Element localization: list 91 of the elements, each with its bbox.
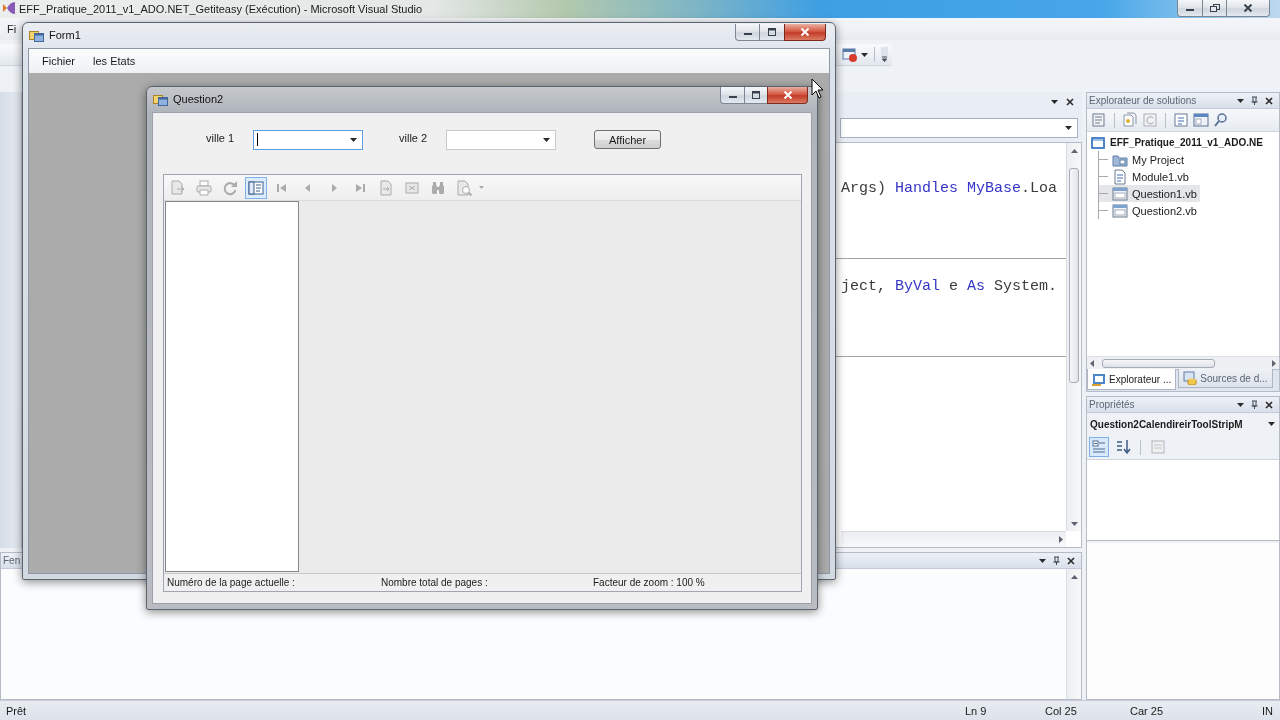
code-line: ject, ByVal e As System. — [841, 278, 1058, 295]
status-text: Facteur de zoom : 100 % — [593, 577, 706, 588]
close-icon — [1243, 4, 1253, 12]
combo-box[interactable] — [253, 129, 363, 150]
field-label: ville 2 — [399, 131, 429, 144]
maximize-icon — [751, 91, 761, 99]
caret-icon — [1065, 126, 1072, 130]
tree-item[interactable]: My Project — [1099, 151, 1187, 168]
tree-item[interactable]: Question1.vb — [1099, 185, 1200, 202]
window-title: Form1 — [49, 29, 81, 41]
minimize-button[interactable] — [1177, 0, 1203, 17]
horizontal-scrollbar[interactable] — [841, 531, 1066, 547]
caret-icon[interactable] — [1051, 100, 1058, 104]
pin-icon[interactable] — [1053, 556, 1060, 565]
pin-icon[interactable] — [1251, 96, 1258, 105]
solution-icon — [1092, 372, 1106, 386]
overflow-icon[interactable] — [881, 46, 888, 63]
tree-item[interactable]: Question2.vb — [1099, 202, 1200, 219]
form-icon — [29, 29, 44, 42]
caret-icon[interactable] — [1039, 558, 1046, 563]
status-field: IN — [1262, 704, 1280, 717]
menu-item[interactable]: Fi — [4, 21, 20, 37]
vertical-scrollbar[interactable] — [1066, 569, 1081, 699]
close-icon[interactable] — [1265, 400, 1273, 409]
close-icon — [782, 91, 793, 99]
tab[interactable]: Explorateur ... — [1087, 369, 1177, 390]
window-icon[interactable] — [842, 46, 858, 63]
scroll-right-icon — [1272, 359, 1276, 367]
tree-item[interactable]: Module1.vb — [1099, 168, 1192, 185]
caret-icon[interactable] — [861, 52, 868, 57]
show-button[interactable]: Afficher — [594, 130, 661, 149]
minimize-button[interactable] — [735, 24, 760, 41]
horizontal-scrollbar[interactable] — [1087, 356, 1279, 369]
minimize-button[interactable] — [720, 87, 745, 104]
restore-button[interactable] — [1202, 0, 1227, 17]
panel-title: Explorateur de solutions — [1089, 95, 1197, 106]
mouse-pointer-icon — [811, 78, 824, 99]
scroll-down-icon — [1070, 521, 1078, 526]
close-button[interactable] — [1226, 0, 1270, 17]
menu-item[interactable]: les Etats — [84, 51, 145, 71]
vertical-scrollbar[interactable] — [1066, 143, 1081, 531]
scroll-left-icon — [1090, 359, 1094, 367]
close-icon[interactable] — [1067, 556, 1075, 565]
window-title: Question2 — [173, 93, 224, 105]
code-file-icon — [1112, 168, 1128, 185]
properties-icon[interactable] — [1091, 112, 1107, 128]
designer-icon[interactable] — [1193, 112, 1209, 128]
member-combo-box[interactable] — [840, 118, 1078, 138]
menu-item[interactable]: Fichier — [33, 51, 84, 71]
form-icon — [153, 93, 168, 106]
code-icon[interactable] — [1173, 112, 1189, 128]
field-label: ville 1 — [206, 131, 236, 144]
maximize-button[interactable] — [744, 87, 768, 104]
scroll-up-icon — [1070, 574, 1078, 579]
solution-icon — [1090, 134, 1106, 151]
tree-item[interactable]: EFF_Pratique_2011_v1_ADO.NE — [1087, 134, 1266, 151]
scroll-right-icon — [1059, 536, 1063, 543]
form-file-icon — [1112, 202, 1128, 219]
close-button[interactable] — [767, 87, 808, 104]
close-icon — [800, 28, 810, 36]
form-file-icon — [1112, 185, 1128, 202]
pin-icon[interactable] — [1251, 400, 1258, 409]
caret-icon — [1268, 422, 1275, 426]
caret-icon[interactable] — [1237, 402, 1244, 407]
status-field: Col 25 — [1045, 704, 1130, 717]
tree-panel-icon[interactable] — [245, 176, 267, 199]
restore-icon — [1209, 4, 1220, 12]
status-field: Ln 9 — [965, 704, 1045, 717]
panel-title: Fen — [3, 555, 21, 566]
window-title: EFF_Pratique_2011_v1_ADO.NET_Getiteasy (Exécution) - Microsoft Visual Studio — [19, 2, 423, 17]
panel-title: Propriétés — [1089, 399, 1135, 410]
code-line: Args) Handles MyBase.Loa — [841, 180, 1058, 197]
tab[interactable]: Sources de d... — [1178, 369, 1273, 388]
status-text: Nombre total de pages : — [381, 577, 489, 588]
text-cursor-icon — [257, 133, 258, 146]
close-icon[interactable] — [1066, 98, 1074, 106]
database-icon — [1183, 371, 1198, 385]
search-icon[interactable] — [1213, 112, 1229, 128]
status-text: Numéro de la page actuelle : — [167, 577, 296, 588]
files-icon[interactable] — [1122, 112, 1138, 128]
app-icon — [2, 0, 16, 16]
scroll-up-icon — [1070, 148, 1078, 153]
scrollbar-thumb[interactable] — [1069, 168, 1079, 383]
maximize-button[interactable] — [759, 24, 785, 41]
scrollbar-thumb[interactable] — [1102, 358, 1215, 368]
close-button[interactable] — [784, 24, 826, 41]
status-message: Prêt — [6, 704, 27, 717]
status-field: Car 25 — [1130, 704, 1262, 717]
close-icon[interactable] — [1265, 96, 1273, 105]
maximize-icon — [767, 28, 777, 36]
caret-icon[interactable] — [1237, 98, 1244, 103]
